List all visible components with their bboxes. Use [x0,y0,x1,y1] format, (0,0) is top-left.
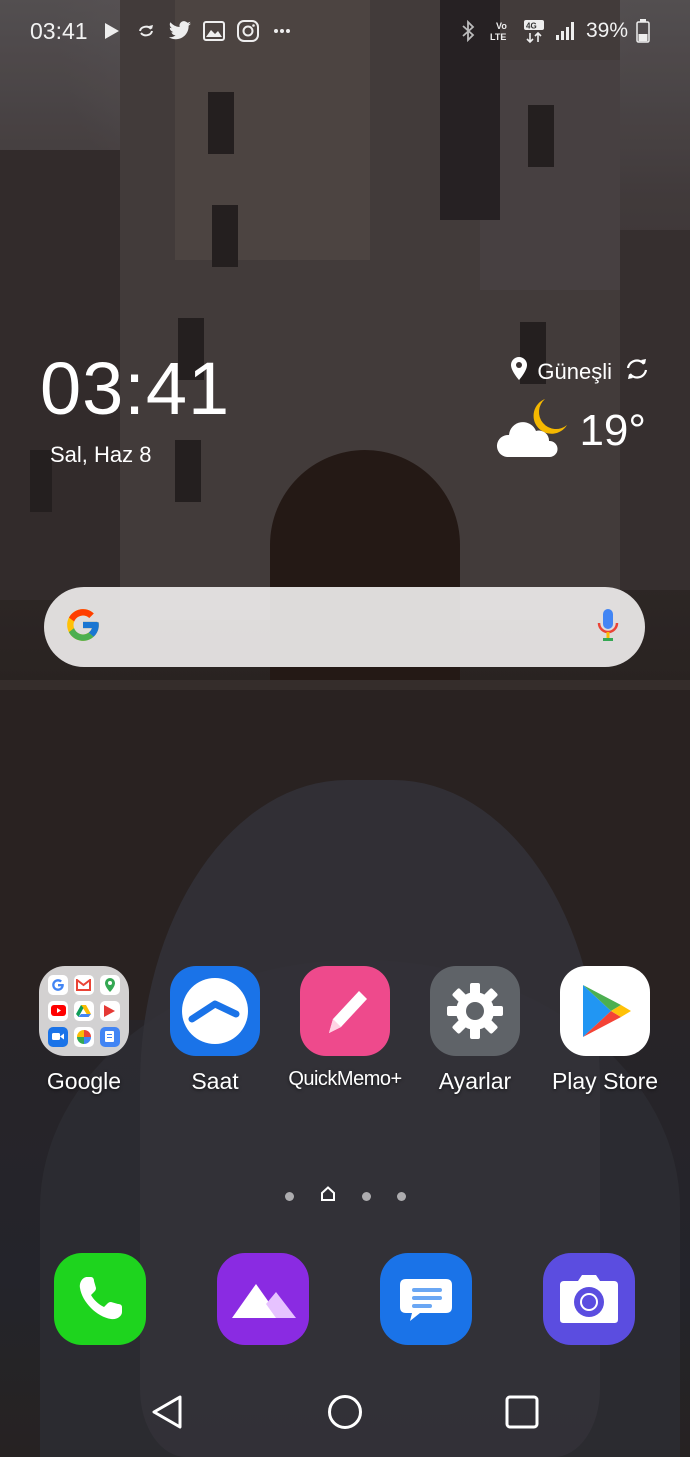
dock [0,1253,690,1345]
gallery-icon [202,19,226,43]
home-icon[interactable] [321,1388,369,1436]
app-play-store[interactable]: Play Store [535,966,675,1095]
drive-mini-icon [73,1000,94,1021]
page-dot[interactable] [361,1191,371,1201]
play-store-icon [560,966,650,1056]
signal-icon [554,19,578,43]
app-label: Ayarlar [438,1068,512,1094]
clock-widget-time[interactable]: 03:41 [40,352,230,426]
play-movies-mini-icon [99,1000,120,1021]
home-app-row: Google Saat QuickMemo+ Ayarlar Play Stor… [0,966,690,1106]
system-icons: Vo LTE 4G 39% [456,16,650,46]
instagram-icon [236,19,260,43]
status-time: 03:41 [30,18,88,44]
bluetooth-icon [456,19,480,43]
gallery-app-icon[interactable] [217,1253,309,1345]
google-mini-icon [48,975,69,996]
play-icon [100,19,124,43]
page-dot[interactable] [284,1191,294,1201]
app-saat[interactable]: Saat [145,966,285,1095]
wallpaper-scrim [0,0,690,1457]
files-mini-icon [99,1026,120,1047]
camera-icon[interactable] [543,1253,635,1345]
more-icon [270,19,294,43]
notification-icons [100,18,294,44]
back-icon[interactable] [143,1388,191,1436]
folder-preview-grid [47,974,121,1048]
recents-icon[interactable] [498,1388,546,1436]
weather-location[interactable]: Güneşli [509,356,650,388]
wallpaper [0,0,690,1457]
app-google-folder[interactable]: Google [14,966,154,1095]
page-dot[interactable] [396,1191,406,1201]
svg-text:4G: 4G [526,22,537,31]
svg-text:LTE: LTE [490,32,506,42]
phone-icon[interactable] [54,1253,146,1345]
youtube-mini-icon [48,1000,69,1021]
app-label: Google [46,1068,122,1094]
home-page-indicator-icon[interactable] [320,1186,336,1206]
page-indicator[interactable] [0,1186,690,1206]
location-pin-icon [509,356,529,388]
battery-icon [636,19,650,43]
maps-mini-icon [99,975,120,996]
messages-icon[interactable] [380,1253,472,1345]
app-ayarlar[interactable]: Ayarlar [405,966,545,1095]
weather-location-label: Güneşli [537,359,612,384]
svg-text:Vo: Vo [496,21,507,31]
app-label: Saat [191,1068,239,1094]
volte-icon: Vo LTE [488,19,514,43]
duo-mini-icon [48,1026,69,1047]
quickmemo-icon [300,966,390,1056]
refresh-icon[interactable] [624,357,650,387]
weather-current[interactable]: 19° [493,395,646,466]
google-folder-icon [39,966,129,1056]
google-search-bar[interactable] [44,587,645,667]
cloud-moon-icon [493,395,573,466]
app-label: QuickMemo+ [288,1068,402,1090]
twitter-icon [168,19,192,43]
clock-widget-date[interactable]: Sal, Haz 8 [50,442,152,468]
sync-icon [134,19,158,43]
microphone-icon[interactable] [595,607,621,648]
app-quickmemo[interactable]: QuickMemo+ [275,966,415,1091]
status-bar: 03:41 Vo LTE 4G 39% [0,0,690,62]
clock-app-icon [170,966,260,1056]
navigation-bar [0,1380,690,1444]
gmail-mini-icon [73,975,94,996]
battery-percent: 39% [585,19,628,42]
google-g-icon [64,606,102,649]
app-label: Play Store [551,1068,659,1094]
settings-gear-icon [430,966,520,1056]
weather-temperature: 19° [579,405,646,455]
photos-mini-icon [73,1026,94,1047]
4g-icon: 4G [522,19,546,44]
